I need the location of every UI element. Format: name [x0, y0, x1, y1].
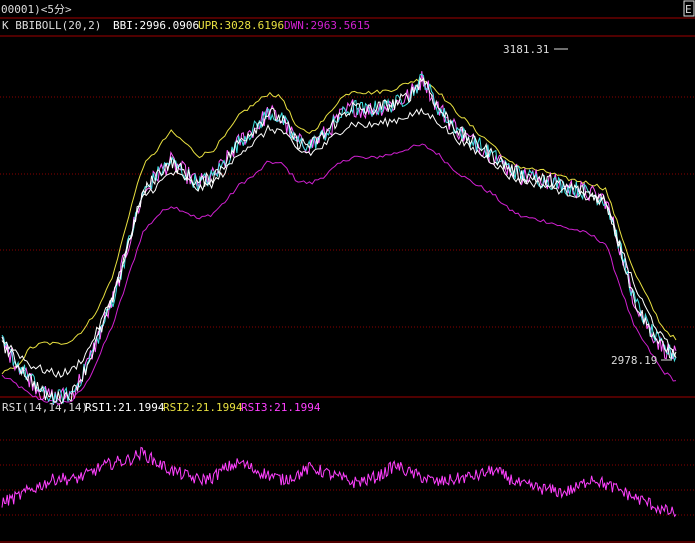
window-title: 00001)<5分>: [1, 3, 72, 16]
main-indicator-name: K BBIBOLL(20,2): [2, 19, 101, 32]
rsi-indicator-name: RSI(14,14,14): [2, 401, 88, 414]
dwn-value: DWN:2963.5615: [284, 19, 370, 32]
corner-button[interactable]: E: [683, 0, 695, 17]
bbi-value: BBI:2996.0906: [113, 19, 199, 32]
rsi3-value: RSI3:21.1994: [241, 401, 321, 414]
rsi2-value: RSI2:21.1994: [163, 401, 243, 414]
low-price-label: 2978.19: [611, 354, 657, 367]
stock-chart[interactable]: 00001)<5分> E K BBIBOLL(20,2) BBI:2996.09…: [0, 0, 695, 543]
rsi1-value: RSI1:21.1994: [85, 401, 165, 414]
upr-value: UPR:3028.6196: [198, 19, 284, 32]
corner-button-label: E: [685, 3, 692, 16]
high-price-label: 3181.31: [503, 43, 549, 56]
